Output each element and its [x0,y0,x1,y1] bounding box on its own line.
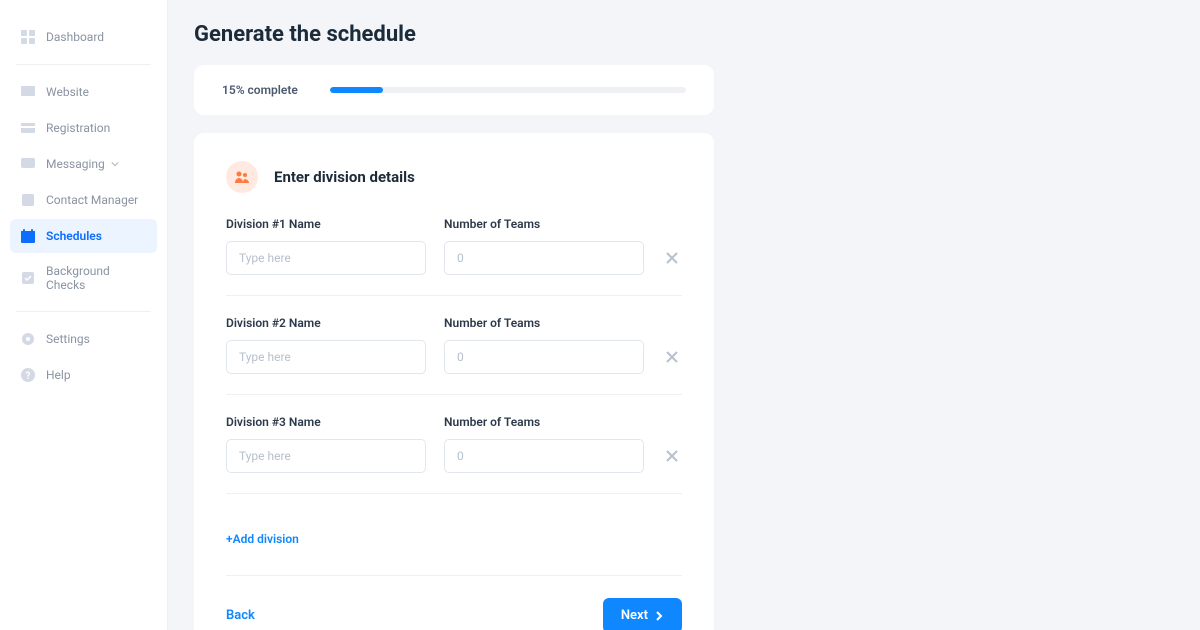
division-teams-input[interactable] [444,241,644,275]
division-teams-input[interactable] [444,439,644,473]
chevron-right-icon [654,611,664,621]
nav-section-bottom: Settings ? Help [0,322,167,392]
monitor-icon [20,84,36,100]
page-title: Generate the schedule [194,22,1174,47]
contact-icon [20,192,36,208]
division-name-label: Division #2 Name [226,316,426,330]
nav-divider [16,311,151,312]
division-row-2: Division #2 Name Number of Teams [226,316,682,395]
division-name-input[interactable] [226,241,426,275]
gear-icon [20,331,36,347]
progress-card: 15% complete [194,65,714,115]
card-title: Enter division details [274,168,415,186]
division-teams-label: Number of Teams [444,415,644,429]
sidebar-item-label: Settings [46,332,90,346]
sidebar-item-settings[interactable]: Settings [10,322,157,356]
sidebar-item-label: Messaging [46,157,105,171]
progress-label: 15% complete [222,83,298,97]
division-name-label: Division #3 Name [226,415,426,429]
sidebar-item-label: Help [46,368,71,382]
division-row-3: Division #3 Name Number of Teams [226,415,682,494]
card-header: Enter division details [226,161,682,193]
close-icon [666,450,678,462]
division-row-1: Division #1 Name Number of Teams [226,217,682,296]
sidebar-item-label: Website [46,85,89,99]
next-button-label: Next [621,608,648,623]
delete-division-button[interactable] [662,439,682,473]
form-footer: Back Next [226,575,682,630]
division-teams-input[interactable] [444,340,644,374]
calendar-icon [20,228,36,244]
close-icon [666,252,678,264]
progress-fill [330,87,383,93]
next-button[interactable]: Next [603,598,682,630]
card-icon [20,120,36,136]
sidebar-item-registration[interactable]: Registration [10,111,157,145]
form-card: Enter division details Division #1 Name … [194,133,714,630]
division-teams-label: Number of Teams [444,217,644,231]
back-button[interactable]: Back [226,608,255,623]
division-teams-label: Number of Teams [444,316,644,330]
progress-bar [330,87,686,93]
users-icon [226,161,258,193]
grid-icon [20,29,36,45]
close-icon [666,351,678,363]
sidebar-item-contact-manager[interactable]: Contact Manager [10,183,157,217]
chat-icon [20,156,36,172]
svg-text:?: ? [26,371,31,382]
sidebar-item-website[interactable]: Website [10,75,157,109]
sidebar-item-label: Contact Manager [46,193,138,207]
nav-section-apps: Website Registration Messaging Contact M… [0,75,167,301]
nav-divider [16,64,151,65]
sidebar-item-dashboard[interactable]: Dashboard [10,20,157,54]
add-division-link[interactable]: +Add division [226,532,299,546]
nav-section-main: Dashboard [0,20,167,54]
sidebar-item-label: Dashboard [46,30,104,44]
division-name-input[interactable] [226,439,426,473]
division-name-input[interactable] [226,340,426,374]
sidebar-item-schedules[interactable]: Schedules [10,219,157,253]
sidebar-item-label: Schedules [46,229,102,243]
delete-division-button[interactable] [662,340,682,374]
shield-icon [20,270,36,286]
chevron-down-icon [111,157,119,171]
division-name-label: Division #1 Name [226,217,426,231]
sidebar-item-label: Background Checks [46,264,147,292]
main-content: Generate the schedule 15% complete Enter… [168,0,1200,630]
sidebar-item-messaging[interactable]: Messaging [10,147,157,181]
sidebar-item-help[interactable]: ? Help [10,358,157,392]
sidebar-item-label: Registration [46,121,110,135]
sidebar: Dashboard Website Registration Messaging… [0,0,168,630]
delete-division-button[interactable] [662,241,682,275]
help-icon: ? [20,367,36,383]
sidebar-item-background-checks[interactable]: Background Checks [10,255,157,301]
